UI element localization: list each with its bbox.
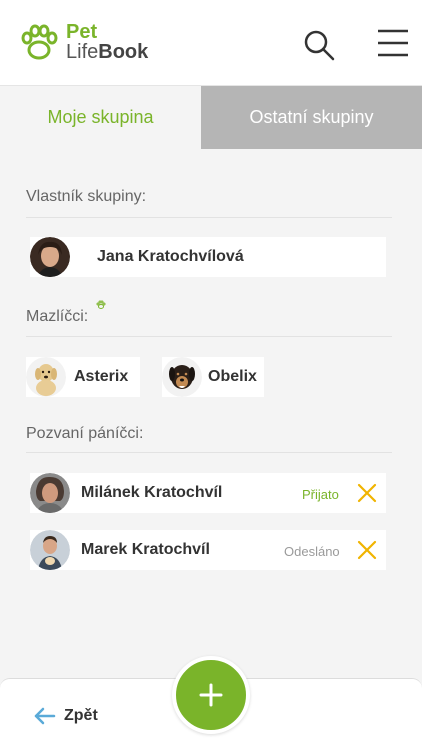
owner-section-label: Vlastník skupiny: [26, 188, 147, 205]
plus-icon [199, 683, 223, 707]
back-arrow-icon [34, 707, 56, 725]
brand-name-pet: Pet [66, 21, 98, 43]
invited-row-milanek[interactable]: Milánek Kratochvíl Přijato [30, 473, 386, 513]
brand-name-lifebook: LifeBook [66, 42, 148, 62]
invited-name-milanek: Milánek Kratochvíl [81, 484, 223, 501]
remove-invite-button[interactable] [356, 482, 378, 504]
search-icon [304, 30, 335, 61]
pet-name-obelix: Obelix [208, 368, 257, 385]
pets-divider [26, 336, 392, 337]
invite-status-sent: Odesláno [284, 544, 340, 559]
invite-status-accepted: Přijato [302, 487, 339, 502]
owner-card[interactable]: Jana Kratochvílová [30, 237, 386, 277]
invited-row-marek[interactable]: Marek Kratochvíl Odesláno [30, 530, 386, 570]
add-button[interactable] [172, 656, 250, 734]
invited-avatar-marek [30, 530, 70, 570]
invited-name-marek: Marek Kratochvíl [81, 541, 210, 558]
menu-icon [378, 29, 408, 57]
menu-button[interactable] [376, 28, 410, 58]
invited-avatar-milanek [30, 473, 70, 513]
tab-moje-skupina[interactable]: Moje skupina [0, 86, 201, 149]
close-icon [357, 540, 377, 560]
back-label: Zpět [64, 707, 98, 724]
pet-name-asterix: Asterix [74, 368, 129, 385]
owner-divider [26, 217, 392, 218]
app-logo[interactable]: Pet LifeBook [18, 22, 158, 66]
pet-card-asterix[interactable]: Asterix [26, 357, 140, 397]
paw-small-icon [96, 300, 106, 309]
owner-avatar [30, 237, 70, 277]
close-icon [357, 483, 377, 503]
remove-invite-button[interactable] [356, 539, 378, 561]
tab-ostatni-skupiny[interactable]: Ostatní skupiny [201, 86, 422, 149]
app-header: Pet LifeBook [0, 0, 422, 86]
paw-logo-icon [21, 24, 58, 60]
brand-life: Life [66, 41, 99, 63]
pet-avatar-asterix [26, 357, 66, 397]
pet-card-obelix[interactable]: Obelix [162, 357, 264, 397]
group-tabs: Moje skupina Ostatní skupiny [0, 86, 422, 149]
pets-section-label: Mazlíčci: [26, 308, 89, 325]
search-button[interactable] [302, 28, 336, 62]
invited-divider [26, 452, 392, 453]
pet-avatar-obelix [162, 357, 202, 397]
back-button[interactable]: Zpět [34, 704, 98, 728]
invited-section-label: Pozvaní páníčci: [26, 425, 144, 442]
brand-book: Book [98, 41, 149, 63]
owner-name: Jana Kratochvílová [97, 248, 244, 265]
